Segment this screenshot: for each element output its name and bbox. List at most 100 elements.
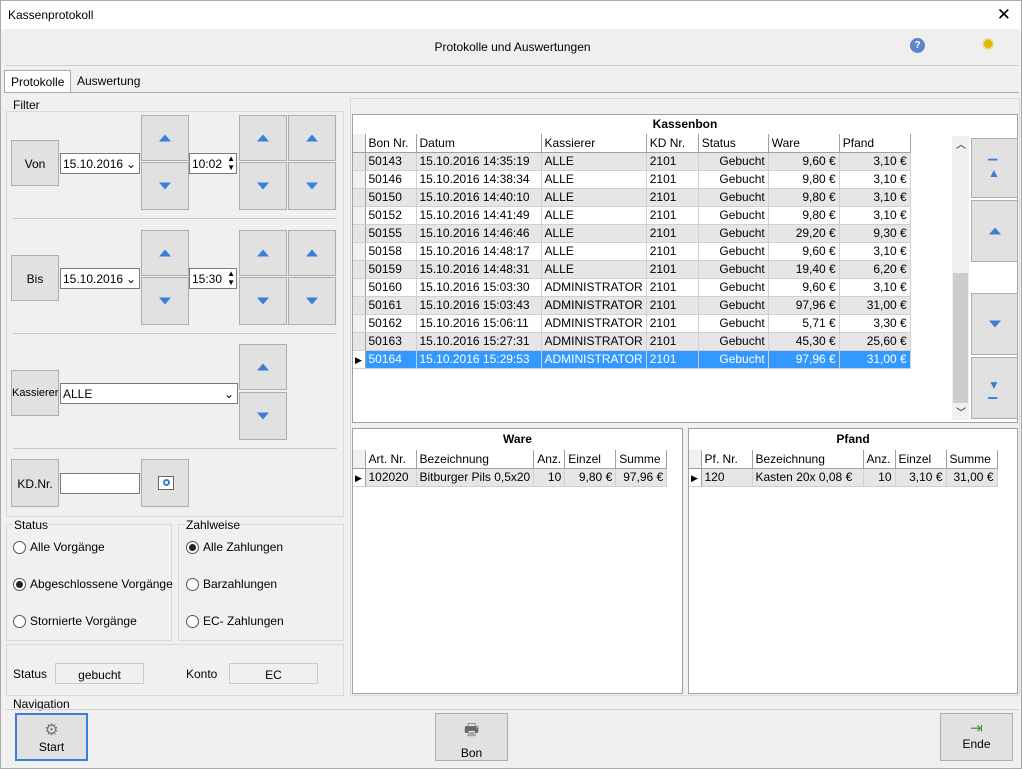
table-cell: 15.10.2016 14:40:10 — [416, 188, 542, 207]
radio-barzahlungen[interactable]: Barzahlungen — [186, 577, 277, 591]
table-cell: 120 — [701, 468, 753, 487]
kassierer-button[interactable]: Kassierer — [11, 370, 59, 416]
column-header[interactable]: Bezeichnung — [752, 450, 864, 469]
kassierer-select[interactable]: ALLE ⌄ — [60, 383, 238, 404]
start-button[interactable]: ⚙ Start — [15, 713, 88, 761]
column-header[interactable]: Pf. Nr. — [701, 450, 753, 469]
kdnr-input[interactable] — [60, 473, 140, 494]
col-bon-nr[interactable]: Bon Nr. — [365, 134, 417, 153]
col-kd-nr[interactable]: KD Nr. — [646, 134, 699, 153]
radio-abgeschlossene-vorgaenge[interactable]: Abgeschlossene Vorgänge — [13, 577, 173, 591]
column-header[interactable]: Einzel — [564, 450, 617, 469]
kdnr-button[interactable]: KD.Nr. — [11, 459, 59, 507]
table-cell: 19,40 € — [768, 260, 840, 279]
table-row[interactable]: 50161 15.10.2016 15:03:43 ADMINISTRATOR 210… — [353, 296, 911, 315]
col-pfand[interactable]: Pfand — [839, 134, 911, 153]
table-cell: Gebucht — [698, 278, 769, 297]
col-datum[interactable]: Datum — [416, 134, 542, 153]
table-row[interactable]: 50150 15.10.2016 14:40:10 ALLE 2101 Gebucht 9… — [353, 188, 911, 207]
table-row[interactable]: 50152 15.10.2016 14:41:49 ALLE 2101 Gebucht 9… — [353, 206, 911, 225]
column-header[interactable]: Anz. — [863, 450, 896, 469]
kdnr-search-button[interactable] — [141, 459, 189, 507]
bis-minute-up-button[interactable] — [288, 230, 336, 276]
von-hour-up-button[interactable] — [239, 115, 287, 161]
prev-record-button[interactable] — [971, 200, 1018, 262]
column-header[interactable]: Anz. — [533, 450, 566, 469]
ware-grid[interactable]: Art. Nr. Bezeichnung Anz. Einzel Summe ▶ 1020… — [353, 450, 681, 487]
table-cell: 3,10 € — [839, 152, 911, 171]
kassenbon-scrollbar[interactable]: ︿ ﹀ — [952, 136, 969, 420]
col-ware[interactable]: Ware — [768, 134, 840, 153]
table-cell: 25,60 € — [839, 332, 911, 351]
bon-button[interactable]: 🖶 Bon — [435, 713, 508, 761]
von-date-field[interactable]: 15.10.2016 ⌄ — [60, 153, 140, 174]
radio-ec-zahlungen[interactable]: EC- Zahlungen — [186, 614, 284, 628]
kassierer-up-button[interactable] — [239, 344, 287, 390]
col-status[interactable]: Status — [698, 134, 769, 153]
table-row[interactable]: ▶ 120 Kasten 20x 0,08 €10 3,10 €31,00 € — [689, 468, 998, 487]
pfand-grid[interactable]: Pf. Nr. Bezeichnung Anz. Einzel Summe ▶ 120 Ka… — [689, 450, 1016, 487]
table-row[interactable]: 50160 15.10.2016 15:03:30 ADMINISTRATOR 210… — [353, 278, 911, 297]
tab-auswertung[interactable]: Auswertung — [71, 70, 146, 92]
column-header[interactable]: Art. Nr. — [365, 450, 417, 469]
radio-alle-zahlungen[interactable]: Alle Zahlungen — [186, 540, 283, 554]
scroll-down-icon[interactable]: ﹀ — [956, 404, 966, 419]
tab-protokolle[interactable]: Protokolle — [4, 70, 72, 92]
column-header[interactable]: Bezeichnung — [416, 450, 535, 469]
scroll-thumb[interactable] — [953, 273, 968, 403]
scroll-up-icon[interactable]: ︿ — [956, 136, 966, 151]
table-cell: 50164 — [365, 350, 417, 369]
radio-stornierte-vorgaenge[interactable]: Stornierte Vorgänge — [13, 614, 137, 628]
kassenbon-grid[interactable]: Bon Nr. Datum Kassierer KD Nr. Status Ware Pfa… — [353, 134, 969, 421]
next-record-button[interactable] — [971, 293, 1018, 355]
kassierer-down-button[interactable] — [239, 392, 287, 440]
col-kassierer[interactable]: Kassierer — [541, 134, 647, 153]
table-row[interactable]: 50158 15.10.2016 14:48:17 ALLE 2101 Gebucht 9… — [353, 242, 911, 261]
von-minute-up-button[interactable] — [288, 115, 336, 161]
von-button[interactable]: Von — [11, 140, 59, 186]
first-record-button[interactable]: ▔ ▲ — [971, 138, 1018, 198]
von-date-down-button[interactable] — [141, 162, 189, 210]
von-hour-down-button[interactable] — [239, 162, 287, 210]
table-row[interactable]: ▶ 102020 Bitburger Pils 0,5x20 10 9,80 €97,9… — [353, 468, 668, 487]
sun-icon[interactable]: ✹ — [981, 35, 995, 55]
row-indicator-header — [353, 450, 366, 469]
bis-minute-down-button[interactable] — [288, 277, 336, 325]
column-header[interactable]: Einzel — [895, 450, 947, 469]
von-date-up-button[interactable] — [141, 115, 189, 161]
bis-hour-down-button[interactable] — [239, 277, 287, 325]
last-record-button[interactable]: ▼ ▁ — [971, 357, 1018, 419]
row-indicator — [353, 170, 366, 189]
ende-button[interactable]: ⇥ Ende — [940, 713, 1013, 761]
bis-date-field[interactable]: 15.10.2016 ⌄ — [60, 268, 140, 289]
table-row[interactable]: 50143 15.10.2016 14:35:19 ALLE 2101 Gebucht 9… — [353, 152, 911, 171]
spin-icon[interactable]: ▲ ▼ — [227, 269, 235, 287]
table-row[interactable]: 50146 15.10.2016 14:38:34 ALLE 2101 Gebucht 9… — [353, 170, 911, 189]
bis-date-up-button[interactable] — [141, 230, 189, 276]
table-cell: 5,71 € — [768, 314, 840, 333]
table-row[interactable]: 50159 15.10.2016 14:48:31 ALLE 2101 Gebucht 1… — [353, 260, 911, 279]
table-cell: 50161 — [365, 296, 417, 315]
row-indicator-header — [689, 450, 702, 469]
bis-button[interactable]: Bis — [11, 255, 59, 301]
table-row[interactable]: ▶ 50164 15.10.2016 15:29:53 ADMINISTRATOR 21… — [353, 350, 911, 369]
von-minute-down-button[interactable] — [288, 162, 336, 210]
table-cell: 2101 — [646, 170, 699, 189]
table-row[interactable]: 50163 15.10.2016 15:27:31 ADMINISTRATOR 210… — [353, 332, 911, 351]
table-cell: 2101 — [646, 314, 699, 333]
column-header[interactable]: Summe — [946, 450, 998, 469]
tab-divider — [4, 92, 1019, 93]
table-row[interactable]: 50155 15.10.2016 14:46:46 ALLE 2101 Gebucht 2… — [353, 224, 911, 243]
help-icon[interactable]: ? — [910, 38, 925, 53]
bis-hour-up-button[interactable] — [239, 230, 287, 276]
chevron-down-icon: ⌄ — [125, 272, 136, 286]
table-row[interactable]: 50162 15.10.2016 15:06:11 ADMINISTRATOR 210… — [353, 314, 911, 333]
close-icon[interactable]: ✕ — [997, 5, 1011, 25]
column-header[interactable]: Summe — [615, 450, 668, 469]
bis-time-field[interactable]: 15:30 ▲ ▼ — [189, 268, 237, 289]
bis-date-down-button[interactable] — [141, 277, 189, 325]
spin-icon[interactable]: ▲ ▼ — [227, 154, 235, 172]
table-cell: 2101 — [646, 188, 699, 207]
radio-alle-vorgaenge[interactable]: Alle Vorgänge — [13, 540, 105, 554]
von-time-field[interactable]: 10:02 ▲ ▼ — [189, 153, 237, 174]
